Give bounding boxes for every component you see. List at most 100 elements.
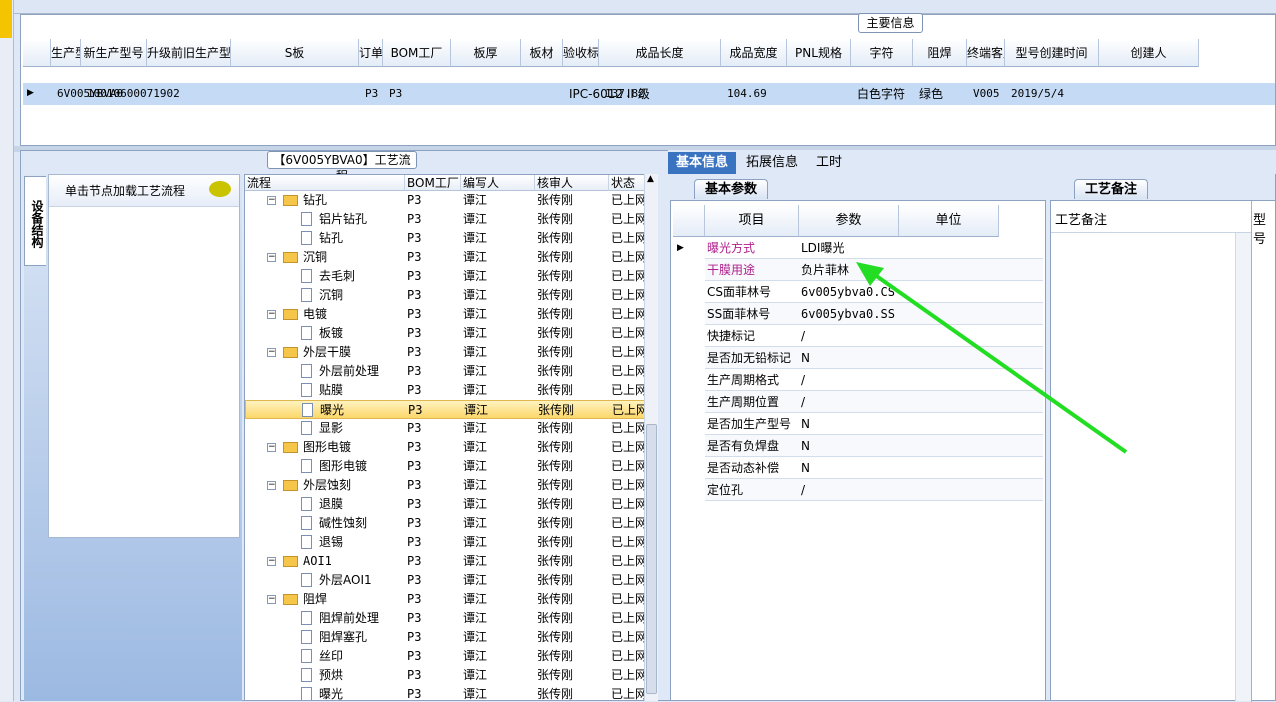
tree-column-header[interactable]: 编写人 [461,175,535,191]
equipment-structure-tab[interactable]: 设备结构 [24,176,46,266]
column-header[interactable]: 升级前旧生产型号 [147,39,231,67]
grid-cell[interactable]: P3 [365,83,378,105]
tree-row[interactable]: − 外层干膜 P3 谭江 张传刚 已上网 [245,343,647,362]
column-header[interactable]: 阻焊 [913,39,967,67]
tree-row[interactable]: 曝光 P3 谭江 张传刚 已上网 [245,400,648,419]
grid-cell[interactable]: 104.69 [727,83,767,105]
column-header[interactable]: 型号创建时间 [1005,39,1099,67]
tree-row[interactable]: − 图形电镀 P3 谭江 张传刚 已上网 [245,438,647,457]
tree-row[interactable]: 阻焊塞孔 P3 谭江 张传刚 已上网 [245,628,647,647]
tree-row[interactable]: 阻焊前处理 P3 谭江 张传刚 已上网 [245,609,647,628]
tree-row[interactable]: 外层AOI1 P3 谭江 张传刚 已上网 [245,571,647,590]
tree-column-header[interactable]: BOM工厂 [405,175,461,191]
collapse-toggle-icon[interactable]: − [267,481,276,490]
basic-params-tab[interactable]: 基本参数 [694,179,769,199]
grid-cell[interactable]: 2019/5/4 [1011,83,1064,105]
grid-cell[interactable]: 绿色 [919,83,943,105]
collapse-toggle-icon[interactable]: − [267,595,276,604]
file-icon [301,573,312,587]
column-header[interactable]: 订单工厂 [359,39,383,67]
column-header[interactable]: 成品宽度 [721,39,787,67]
param-row[interactable]: 定位孔 / [705,479,1043,501]
column-header[interactable]: 新生产型号 [81,39,147,67]
collapse-toggle-icon[interactable]: − [267,196,276,205]
comment-icon[interactable] [209,181,231,197]
param-row-header [673,205,705,237]
param-value[interactable]: / [801,325,805,347]
column-header[interactable]: 生产型号 [51,39,81,67]
tree-row[interactable]: 板镀 P3 谭江 张传刚 已上网 [245,324,647,343]
param-value[interactable]: / [801,479,805,501]
tree-row[interactable]: 铝片钻孔 P3 谭江 张传刚 已上网 [245,210,647,229]
tree-row[interactable]: 丝印 P3 谭江 张传刚 已上网 [245,647,647,666]
collapse-toggle-icon[interactable]: − [267,253,276,262]
column-header[interactable]: 字符 [851,39,913,67]
folder-icon [283,309,298,320]
tree-node-label: 图形电镀 [319,459,368,473]
tree-row[interactable]: 去毛刺 P3 谭江 张传刚 已上网 [245,267,647,286]
tree-row[interactable]: 贴膜 P3 谭江 张传刚 已上网 [245,381,648,400]
param-row[interactable]: 是否动态补偿 N [705,457,1043,479]
param-value[interactable]: N [801,435,810,457]
tree-row[interactable]: 碱性蚀刻 P3 谭江 张传刚 已上网 [245,514,647,533]
tree-row[interactable]: 预烘 P3 谭江 张传刚 已上网 [245,666,647,685]
tree-row[interactable]: − 电镀 P3 谭江 张传刚 已上网 [245,305,647,324]
annotation-arrow-icon [856,262,1128,454]
tree-row[interactable]: 退膜 P3 谭江 张传刚 已上网 [245,495,647,514]
grid-cell[interactable]: 白色字符 [857,83,905,105]
column-header[interactable]: 创建人 [1099,39,1199,67]
column-header[interactable]: S板 [231,39,359,67]
param-value[interactable]: N [801,413,810,435]
param-row[interactable]: 曝光方式 LDI曝光 [705,237,1043,259]
tree-row[interactable]: − AOI1 P3 谭江 张传刚 已上网 [245,552,647,571]
param-value[interactable]: N [801,457,810,479]
column-header[interactable]: 终端客户代码 [967,39,1005,67]
column-header[interactable]: PNL规格 [787,39,851,67]
column-header[interactable]: BOM工厂 [383,39,451,67]
grid-cell[interactable]: V005 [973,83,1000,105]
tree-node-label: 退膜 [319,497,344,511]
tree-row[interactable]: 退锡 P3 谭江 张传刚 已上网 [245,533,647,552]
tree-bom-factory: P3 [407,231,422,245]
param-value[interactable]: / [801,391,805,413]
tree-status: 已上网 [611,383,648,397]
process-notes-tab[interactable]: 工艺备注 [1074,179,1149,199]
collapse-toggle-icon[interactable]: − [267,557,276,566]
column-header[interactable]: 板材 [521,39,563,67]
tree-column-header[interactable]: 流程 [245,175,405,191]
tree-scrollbar[interactable]: ▲ [644,174,658,701]
tree-row[interactable]: 钻孔 P3 谭江 张传刚 已上网 [245,229,647,248]
tab-basic-info[interactable]: 基本信息 [668,152,737,174]
tree-row[interactable]: 外层前处理 P3 谭江 张传刚 已上网 [245,362,647,381]
param-value[interactable]: N [801,347,810,369]
collapse-toggle-icon[interactable]: − [267,443,276,452]
tab-work-hours[interactable]: 工时 [808,152,850,174]
tab-extended-info[interactable]: 拓展信息 [738,152,806,174]
tree-row[interactable]: 沉铜 P3 谭江 张传刚 已上网 [245,286,647,305]
tree-row[interactable]: − 钻孔 P3 谭江 张传刚 已上网 [245,191,647,210]
param-value[interactable]: 负片菲林 [801,259,849,281]
tree-node-label: 电镀 [303,307,328,321]
tree-row[interactable]: 曝光 P3 谭江 张传刚 已上网 [245,685,647,700]
column-header[interactable]: 成品长度 [599,39,721,67]
grid-cell[interactable]: P3 [389,83,402,105]
grid-cell[interactable]: 137.82 [605,83,645,105]
tree-node-label: 外层AOI1 [319,573,372,587]
tree-column-header[interactable]: 核审人 [535,175,609,191]
column-header[interactable]: 验收标准 [563,39,599,67]
collapse-toggle-icon[interactable]: − [267,348,276,357]
grid-cell[interactable]: 10010600071902 [87,83,180,105]
tree-column-header[interactable]: 状态 [609,175,645,191]
column-header[interactable]: 板厚 [451,39,521,67]
tree-row[interactable]: − 沉铜 P3 谭江 张传刚 已上网 [245,248,647,267]
collapse-toggle-icon[interactable]: − [267,310,276,319]
tree-row[interactable]: − 外层蚀刻 P3 谭江 张传刚 已上网 [245,476,647,495]
tree-row[interactable]: − 阻焊 P3 谭江 张传刚 已上网 [245,590,647,609]
param-value[interactable]: / [801,369,805,391]
file-icon [301,326,312,340]
param-value[interactable]: LDI曝光 [801,237,844,259]
file-icon [301,231,312,245]
tree-writer: 谭江 [463,478,488,492]
tree-row[interactable]: 图形电镀 P3 谭江 张传刚 已上网 [245,457,647,476]
tree-row[interactable]: 显影 P3 谭江 张传刚 已上网 [245,419,647,438]
